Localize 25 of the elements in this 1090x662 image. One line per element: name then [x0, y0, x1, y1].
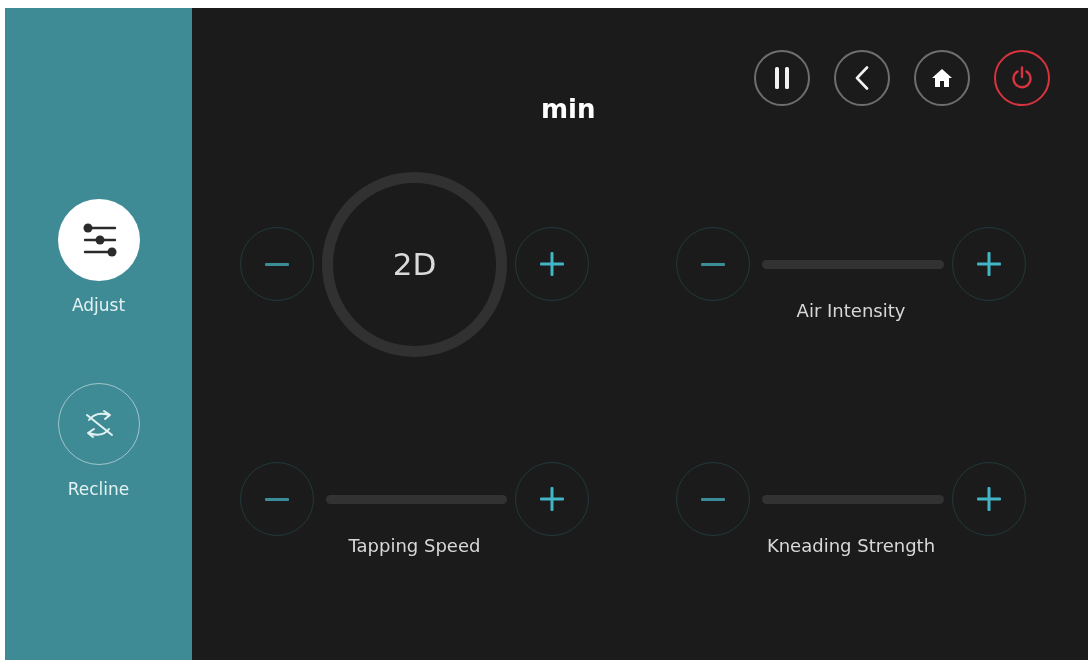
back-button[interactable] [834, 50, 890, 106]
minus-icon [265, 262, 289, 266]
plus-icon [977, 487, 1001, 511]
screen-title: min [541, 94, 596, 124]
plus-icon [540, 252, 564, 276]
minus-icon [701, 262, 725, 266]
chevron-left-icon [855, 66, 869, 90]
sidebar-tab[interactable]: Recline [57, 383, 140, 501]
power-icon [1011, 66, 1033, 90]
sync-arrows-icon [57, 383, 140, 465]
setting-label: Tapping Speed [348, 534, 481, 558]
minus-icon [265, 497, 289, 501]
sidebar-tab[interactable]: Adjust [57, 199, 140, 317]
pause-button[interactable] [754, 50, 810, 106]
plus-icon [977, 252, 1001, 276]
house-icon [932, 69, 952, 87]
mode-dial: 2D [322, 171, 507, 357]
setting-label: Air Intensity [796, 299, 906, 323]
plus-icon [540, 487, 564, 511]
power-button[interactable] [994, 50, 1050, 106]
minus-icon [701, 497, 725, 501]
sliders-icon [57, 199, 140, 281]
home-button[interactable] [914, 50, 970, 106]
pause-icon [774, 67, 790, 89]
setting-label: Kneading Strength [766, 534, 936, 558]
